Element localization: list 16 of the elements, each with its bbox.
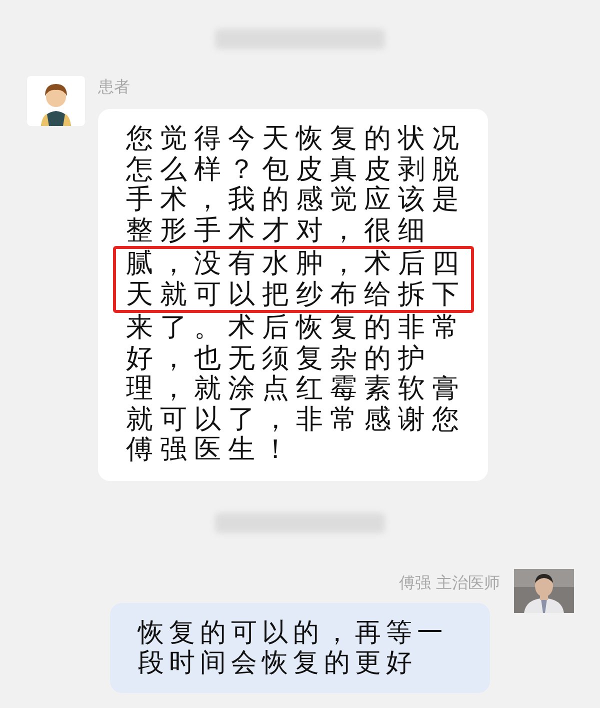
message-text: 好，也无须复杂的护 <box>126 344 432 374</box>
message-text: 您觉得今天恢复的状况 <box>126 124 466 154</box>
message-text: 腻，没有水肿，术后四 <box>126 249 466 280</box>
sender-name: 傅强 主治医师 <box>398 572 500 594</box>
message-text: 怎么样？包皮真皮剥脱 <box>126 154 466 185</box>
message-text: 理，就涂点红霉素软膏 <box>126 374 466 404</box>
message-text: 傅强医生！ <box>126 435 296 466</box>
sender-name: 患者 <box>98 76 130 98</box>
message-text: 手术，我的感觉应该是 <box>126 185 466 216</box>
message-text: 天就可以把纱布给拆下 <box>126 280 466 310</box>
message-text: 就可以了，非常感谢您 <box>126 404 466 435</box>
message-text: 段时间会恢复的更好 <box>138 648 417 678</box>
message-text: 来了。术后恢复的非常 <box>126 313 466 344</box>
message-text: 恢复的可以的，再等一 <box>138 618 448 648</box>
patient-avatar <box>27 76 85 126</box>
message-text: 整形手术才对，很细 <box>126 216 432 246</box>
